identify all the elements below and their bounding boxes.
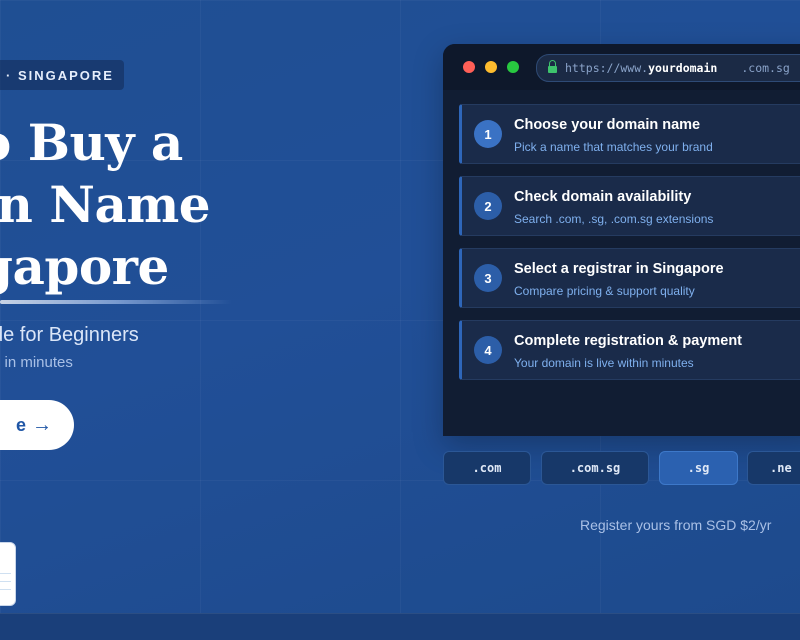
extension-com-sg-chip[interactable]: .com.sg bbox=[541, 451, 649, 485]
extension-label: .ne bbox=[770, 461, 792, 475]
hero-title-line-1: o Buy a bbox=[0, 113, 183, 172]
close-window-dot[interactable] bbox=[463, 61, 475, 73]
hero-subtitle: de for Beginners bbox=[0, 324, 139, 346]
step-title: Complete registration & payment bbox=[514, 333, 743, 349]
extension-label: .com.sg bbox=[569, 461, 621, 475]
preview-card bbox=[0, 542, 16, 606]
hero-caption: n in minutes bbox=[0, 354, 73, 371]
hero-title-line-3: gapore bbox=[0, 237, 169, 296]
step-title: Select a registrar in Singapore bbox=[514, 261, 724, 277]
title-underline bbox=[0, 300, 232, 304]
extension-label: .com bbox=[472, 461, 502, 475]
step-item-1: 1 Choose your domain name Pick a name th… bbox=[459, 104, 800, 164]
minimize-window-dot[interactable] bbox=[485, 61, 497, 73]
extension-label: .sg bbox=[687, 461, 710, 475]
register-note: Register yours from SGD $2/yr bbox=[580, 517, 772, 533]
extension-com-chip[interactable]: .com bbox=[443, 451, 531, 485]
lock-icon bbox=[548, 59, 557, 73]
step-description: Compare pricing & support quality bbox=[514, 284, 695, 298]
step-item-2: 2 Check domain availability Search .com,… bbox=[459, 176, 800, 236]
step-description: Pick a name that matches your brand bbox=[514, 140, 713, 154]
step-number: 4 bbox=[474, 336, 502, 364]
step-number: 1 bbox=[474, 120, 502, 148]
maximize-window-dot[interactable] bbox=[507, 61, 519, 73]
url-tld: .com.sg bbox=[741, 61, 790, 75]
hero-title: o Buy a in Name gapore bbox=[0, 112, 211, 298]
arrow-right-icon: → bbox=[32, 413, 52, 436]
step-description: Your domain is live within minutes bbox=[514, 356, 694, 370]
extension-net-chip[interactable]: .ne bbox=[747, 451, 800, 485]
url-prefix: https://www. bbox=[565, 61, 649, 75]
step-item-4: 4 Complete registration & payment Your d… bbox=[459, 320, 800, 380]
step-title: Choose your domain name bbox=[514, 117, 701, 133]
extension-sg-chip[interactable]: .sg bbox=[659, 451, 738, 485]
step-description: Search .com, .sg, .com.sg extensions bbox=[514, 212, 714, 226]
step-item-3: 3 Select a registrar in Singapore Compar… bbox=[459, 248, 800, 308]
hero-title-line-2: in Name bbox=[0, 175, 211, 234]
cta-label: e bbox=[15, 414, 26, 435]
step-number: 3 bbox=[474, 264, 502, 292]
location-tag-label: · SINGAPORE bbox=[6, 67, 114, 83]
address-bar[interactable]: https://www. yourdomain .com.sg bbox=[536, 54, 800, 82]
footer-band bbox=[0, 613, 800, 640]
step-number: 2 bbox=[474, 192, 502, 220]
browser-window: https://www. yourdomain .com.sg 1 Choose y… bbox=[443, 44, 800, 436]
location-tag: · SINGAPORE bbox=[0, 60, 124, 90]
cta-button[interactable]: e → bbox=[0, 400, 74, 450]
browser-titlebar: https://www. yourdomain .com.sg bbox=[443, 44, 800, 90]
url-domain: yourdomain bbox=[648, 61, 718, 75]
step-title: Check domain availability bbox=[514, 189, 692, 205]
